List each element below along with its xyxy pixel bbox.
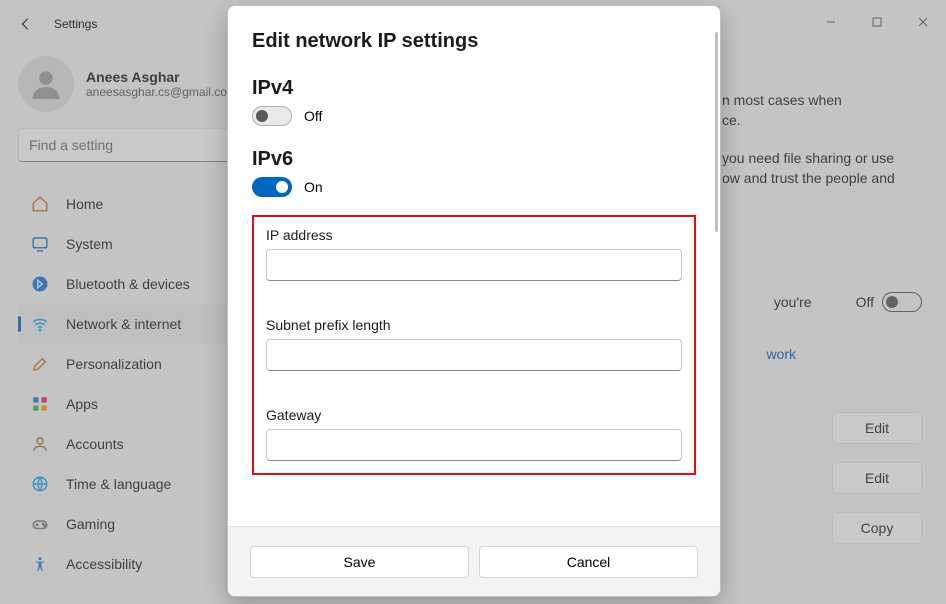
subnet-prefix-label: Subnet prefix length [266, 317, 682, 333]
dialog-scrollbar[interactable] [715, 32, 718, 232]
cancel-button[interactable]: Cancel [479, 546, 698, 578]
ipv4-toggle-label: Off [304, 108, 322, 124]
ipv6-toggle-label: On [304, 179, 323, 195]
gateway-label: Gateway [266, 407, 682, 423]
ipv6-fields-highlight: IP address Subnet prefix length Gateway [252, 215, 696, 475]
ipv4-toggle[interactable] [252, 106, 292, 126]
save-button[interactable]: Save [250, 546, 469, 578]
ip-address-label: IP address [266, 227, 682, 243]
ip-address-input[interactable] [266, 249, 682, 281]
ipv6-heading: IPv6 [252, 148, 696, 171]
dialog-title: Edit network IP settings [252, 30, 696, 53]
ipv4-heading: IPv4 [252, 77, 696, 100]
gateway-input[interactable] [266, 429, 682, 461]
subnet-prefix-input[interactable] [266, 339, 682, 371]
edit-ip-settings-dialog: Edit network IP settings IPv4 Off IPv6 O… [227, 5, 721, 597]
ipv6-toggle[interactable] [252, 177, 292, 197]
